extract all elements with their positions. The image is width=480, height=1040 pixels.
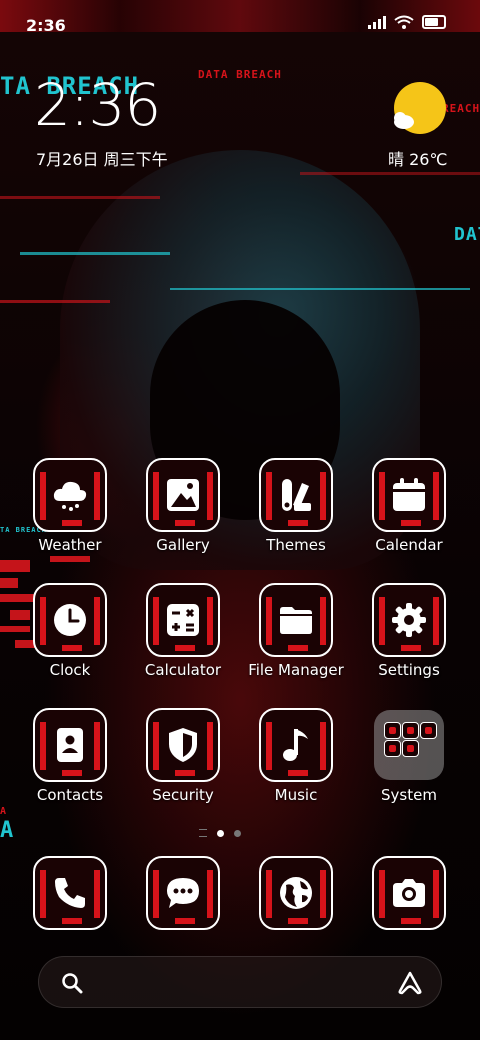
search-bar[interactable] xyxy=(38,956,442,1008)
sunny-cloud-icon[interactable] xyxy=(390,80,446,136)
app-label: Settings xyxy=(378,661,440,679)
image-icon xyxy=(167,479,199,511)
page-indicator[interactable] xyxy=(199,829,241,837)
app-music[interactable]: Music xyxy=(246,708,346,804)
phone-app-icon[interactable] xyxy=(33,856,107,930)
messages-app-icon[interactable] xyxy=(146,856,220,930)
app-label: File Manager xyxy=(248,661,344,679)
folder-icon xyxy=(280,607,312,634)
home-menu-icon xyxy=(199,829,207,837)
status-icons xyxy=(368,15,446,29)
security-app-icon[interactable] xyxy=(146,708,220,782)
folder-group-icon[interactable] xyxy=(374,710,444,780)
gallery-app-icon[interactable] xyxy=(146,458,220,532)
page-dot-active[interactable] xyxy=(217,829,224,837)
app-label: Security xyxy=(152,786,214,804)
wallpaper-text: DAT xyxy=(454,224,480,245)
app-label: Calendar xyxy=(375,536,443,554)
dock-phone[interactable] xyxy=(20,856,120,930)
app-gallery[interactable]: Gallery xyxy=(133,458,233,554)
glitch-block xyxy=(0,578,18,588)
app-calculator[interactable]: Calculator xyxy=(133,583,233,679)
camera-icon xyxy=(393,879,425,907)
globe-icon xyxy=(280,877,312,909)
calendar-app-icon[interactable] xyxy=(372,458,446,532)
app-label: Contacts xyxy=(36,786,104,804)
page-dot[interactable] xyxy=(234,829,241,837)
phone-icon xyxy=(55,878,85,908)
signal-icon xyxy=(368,15,386,29)
app-label: System xyxy=(381,786,437,804)
contacts-app-icon[interactable] xyxy=(33,708,107,782)
glitch-line xyxy=(0,196,160,199)
clock-icon xyxy=(54,604,86,636)
clock-app-icon[interactable] xyxy=(33,583,107,657)
dock-messages[interactable] xyxy=(133,856,233,930)
wallpaper-text: A xyxy=(0,806,8,817)
music-note-icon xyxy=(283,729,308,761)
app-contacts[interactable]: Contacts xyxy=(20,708,120,804)
app-file-manager[interactable]: File Manager xyxy=(246,583,346,679)
weather-app-icon[interactable] xyxy=(33,458,107,532)
app-weather[interactable]: Weather xyxy=(20,458,120,554)
cloud-icon xyxy=(53,481,87,511)
app-label: Themes xyxy=(266,536,326,554)
app-clock[interactable]: Clock xyxy=(20,583,120,679)
glitch-block xyxy=(50,556,90,562)
wallpaper-text: A xyxy=(0,818,15,843)
contact-book-icon xyxy=(57,728,83,762)
app-settings[interactable]: Settings xyxy=(359,583,459,679)
app-label: Clock xyxy=(49,661,91,679)
camera-app-icon[interactable] xyxy=(372,856,446,930)
glitch-block xyxy=(0,560,30,572)
calculator-icon xyxy=(167,604,199,636)
assistant-icon[interactable] xyxy=(397,970,423,996)
shield-icon xyxy=(169,728,197,762)
app-label: Gallery xyxy=(156,536,210,554)
glitch-line xyxy=(300,172,480,175)
wifi-icon xyxy=(394,15,414,29)
search-icon[interactable] xyxy=(61,972,83,994)
calendar-icon xyxy=(393,478,425,511)
app-themes[interactable]: Themes xyxy=(246,458,346,554)
app-label: Music xyxy=(274,786,318,804)
app-label: Weather xyxy=(38,536,102,554)
gear-icon xyxy=(392,603,426,637)
app-label: Calculator xyxy=(144,661,222,679)
themes-app-icon[interactable] xyxy=(259,458,333,532)
message-icon xyxy=(167,878,199,908)
folder-system[interactable]: System xyxy=(359,708,459,804)
app-calendar[interactable]: Calendar xyxy=(359,458,459,554)
status-time: 2:36 xyxy=(26,16,66,35)
glitch-line xyxy=(170,288,470,290)
lock-date: 7月26日 周三下午 xyxy=(36,150,168,169)
app-security[interactable]: Security xyxy=(133,708,233,804)
weather-text: 晴 26℃ xyxy=(388,150,448,169)
browser-app-icon[interactable] xyxy=(259,856,333,930)
dock-camera[interactable] xyxy=(359,856,459,930)
glitch-line xyxy=(20,252,170,255)
wallpaper-text: REACH xyxy=(442,102,480,115)
music-app-icon[interactable] xyxy=(259,708,333,782)
glitch-line xyxy=(0,300,110,303)
dock-browser[interactable] xyxy=(246,856,346,930)
lock-clock[interactable]: 2:36 xyxy=(34,76,161,134)
file-manager-app-icon[interactable] xyxy=(259,583,333,657)
battery-icon xyxy=(422,15,446,29)
wallpaper-text: DATA BREACH xyxy=(198,68,282,81)
brush-palette-icon xyxy=(282,479,311,511)
calculator-app-icon[interactable] xyxy=(146,583,220,657)
settings-app-icon[interactable] xyxy=(372,583,446,657)
